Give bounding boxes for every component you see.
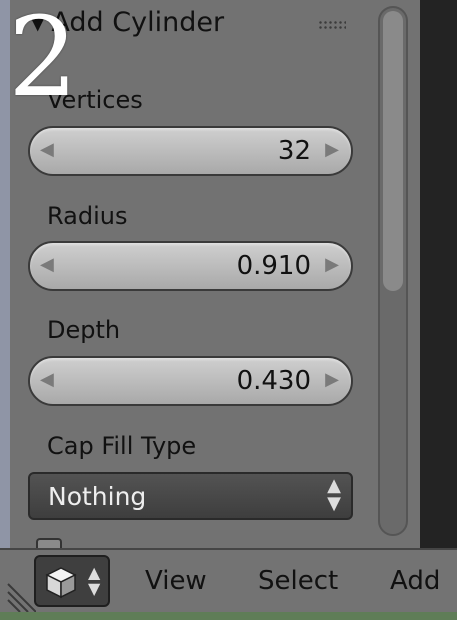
radius-value: 0.910 [236, 251, 311, 281]
vertices-field[interactable]: ◀ 32 ▶ [28, 126, 353, 176]
radius-label: Radius [47, 202, 128, 230]
scrollbar-thumb[interactable] [383, 11, 403, 291]
radius-field[interactable]: ◀ 0.910 ▶ [28, 241, 353, 291]
increment-arrow-icon[interactable]: ▶ [325, 139, 339, 160]
vertices-value: 32 [277, 136, 311, 166]
up-down-arrows-icon: ▲ ▼ [327, 475, 341, 514]
viewport-area[interactable] [420, 0, 457, 548]
step-number-overlay: 2 [8, 0, 78, 121]
area-resize-corner-icon[interactable] [6, 572, 36, 612]
drag-grip-icon[interactable] [318, 20, 346, 30]
up-down-arrows-icon: ▲ ▼ [88, 563, 101, 598]
decrement-arrow-icon[interactable]: ◀ [40, 254, 54, 275]
depth-field[interactable]: ◀ 0.430 ▶ [28, 356, 353, 406]
decrement-arrow-icon[interactable]: ◀ [40, 139, 54, 160]
editor-type-button[interactable]: ▲ ▼ [34, 555, 110, 607]
bottom-strip [0, 612, 457, 620]
menu-add[interactable]: Add [390, 566, 440, 596]
panel-scrollbar[interactable] [378, 6, 408, 536]
cube-icon [45, 567, 77, 599]
increment-arrow-icon[interactable]: ▶ [325, 254, 339, 275]
cap-fill-type-value: Nothing [48, 482, 147, 511]
cap-fill-type-label: Cap Fill Type [47, 432, 197, 460]
increment-arrow-icon[interactable]: ▶ [325, 369, 339, 390]
depth-value: 0.430 [236, 366, 311, 396]
menu-select[interactable]: Select [258, 566, 338, 596]
depth-label: Depth [47, 316, 121, 344]
menu-view[interactable]: View [145, 566, 207, 596]
decrement-arrow-icon[interactable]: ◀ [40, 369, 54, 390]
cap-fill-type-select[interactable]: Nothing ▲ ▼ [28, 472, 353, 520]
